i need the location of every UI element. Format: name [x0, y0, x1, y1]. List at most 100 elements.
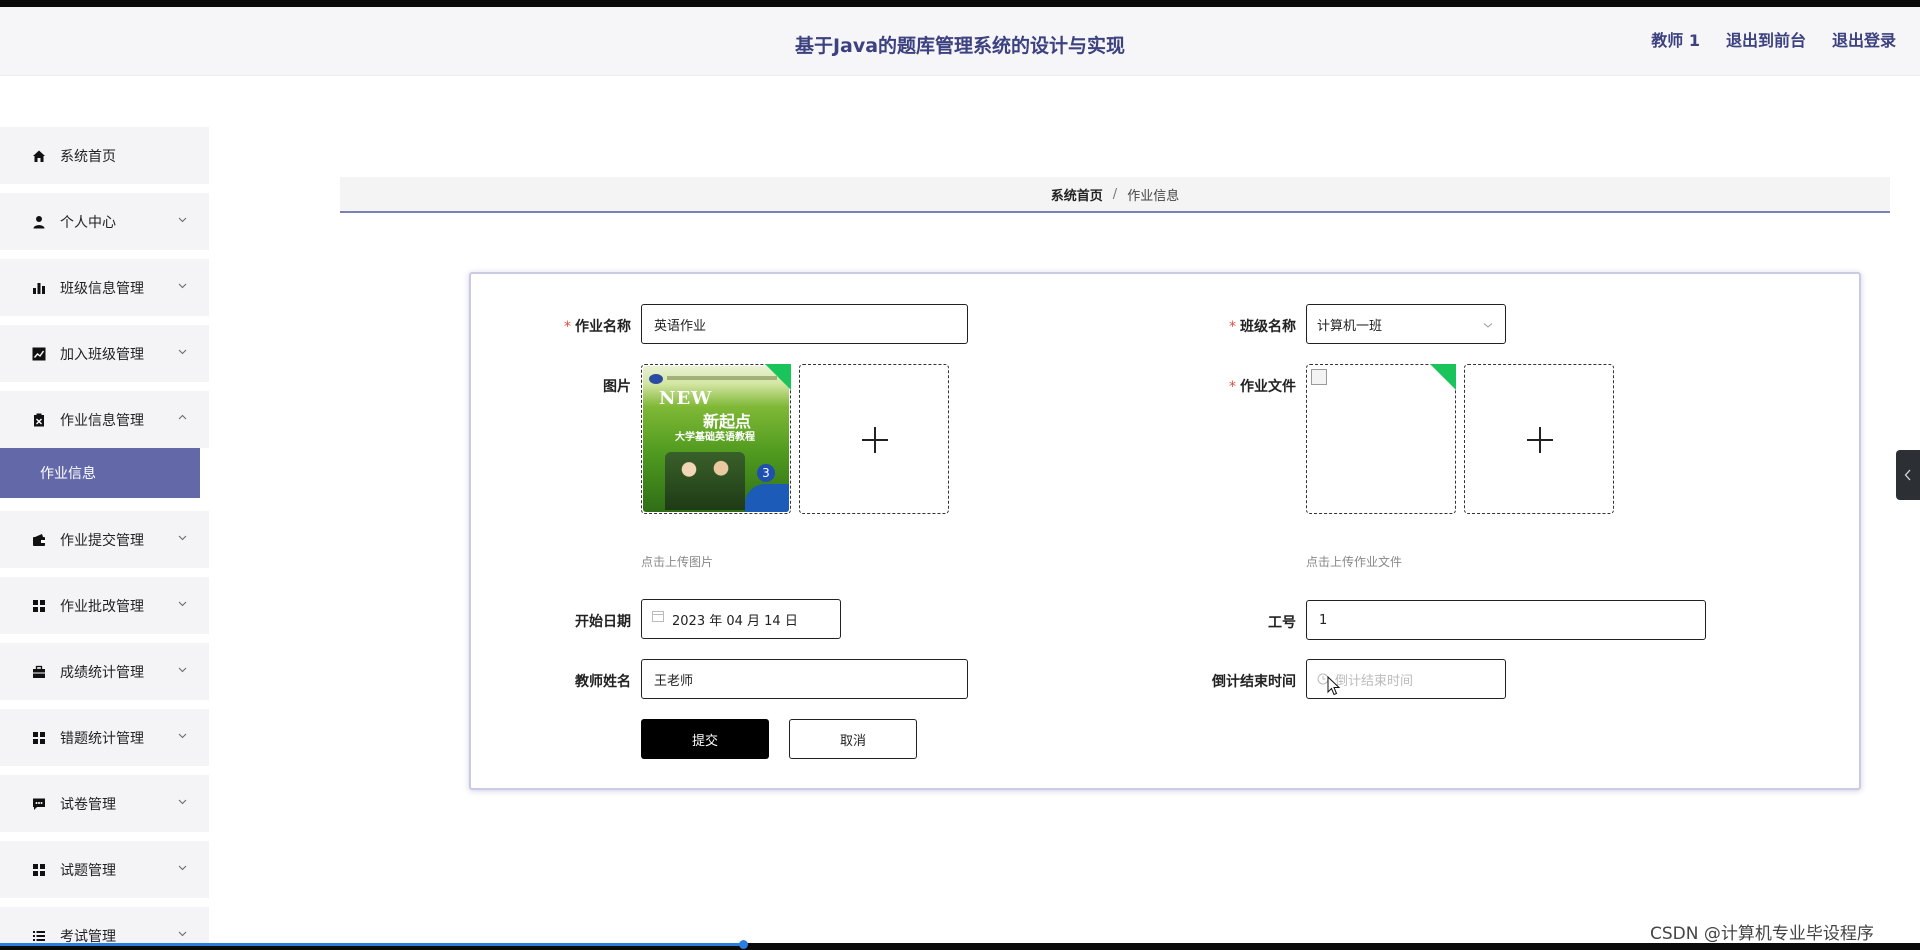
- home-icon: [32, 149, 46, 163]
- staff-id-input[interactable]: 1: [1306, 600, 1706, 640]
- teacher-name-input[interactable]: 王老师: [641, 659, 968, 699]
- required-mark: *: [564, 319, 571, 335]
- upload-success-badge: [765, 364, 791, 390]
- grid-icon: [32, 599, 46, 613]
- homework-name-label: * 作业名称: [511, 316, 631, 336]
- sidebar-item-homework-info[interactable]: 作业信息管理: [0, 391, 209, 448]
- sidebar-subitem-homework-info[interactable]: 作业信息: [0, 448, 200, 498]
- required-mark: *: [1229, 379, 1236, 395]
- mouse-cursor-icon: [1327, 676, 1341, 696]
- sidebar-item-homework-submit[interactable]: 作业提交管理: [0, 511, 209, 568]
- back-to-front-link[interactable]: 退出到前台: [1726, 27, 1806, 51]
- image-upload-hint: 点击上传图片: [641, 555, 714, 569]
- chevron-down-icon: [178, 283, 187, 289]
- breadcrumb-current: 作业信息: [1127, 188, 1180, 204]
- chevron-down-icon: [178, 349, 187, 355]
- sidebar-item-wrong-question-stats[interactable]: 错题统计管理: [0, 709, 209, 766]
- chevron-up-icon: [178, 414, 187, 420]
- upload-success-badge: [1430, 364, 1456, 390]
- app-title: 基于Java的题库管理系统的设计与实现: [794, 35, 1126, 57]
- chevron-down-icon: [178, 733, 187, 739]
- chevron-down-icon: [178, 601, 187, 607]
- start-date-value: 2023 年 04 月 14 日: [672, 613, 798, 629]
- progress-knob[interactable]: [739, 940, 748, 949]
- sidebar-item-label: 试卷管理: [60, 796, 116, 813]
- sidebar-item-home[interactable]: 系统首页: [0, 127, 209, 184]
- sidebar: 系统首页 个人中心 班级信息管理 加入班级管理 作业信息管理 作业信息 作业提交…: [0, 127, 210, 950]
- homework-name-input[interactable]: 英语作业: [641, 304, 968, 344]
- staff-id-value: 1: [1319, 612, 1328, 628]
- countdown-end-picker[interactable]: 倒计结束时间: [1306, 659, 1506, 699]
- clipboard-icon: [32, 413, 46, 427]
- csdn-watermark: CSDN @计算机专业毕设程序: [1650, 924, 1874, 944]
- homework-file-upload-button[interactable]: [1464, 364, 1614, 514]
- sidebar-item-label: 系统首页: [60, 148, 116, 165]
- teacher-name-label: 教师姓名: [575, 674, 631, 690]
- sidebar-item-label: 成绩统计管理: [60, 664, 144, 681]
- homework-file-label-text: 作业文件: [1240, 379, 1296, 395]
- class-name-label: * 班级名称: [1176, 316, 1296, 336]
- class-name-label-text: 班级名称: [1240, 319, 1296, 335]
- sidebar-item-label: 作业提交管理: [60, 532, 144, 549]
- cover-blue-band: [745, 484, 789, 512]
- side-drawer-toggle[interactable]: [1896, 450, 1920, 500]
- calendar-icon: [652, 611, 664, 622]
- sidebar-item-class-info[interactable]: 班级信息管理: [0, 259, 209, 316]
- image-upload-button[interactable]: [799, 364, 949, 514]
- chat-icon: [32, 797, 46, 811]
- chevron-down-icon: [178, 535, 187, 541]
- chevron-down-icon: [178, 865, 187, 871]
- start-date-label: 开始日期: [575, 614, 631, 630]
- sidebar-item-label: 作业信息管理: [60, 412, 144, 429]
- chevron-down-icon: [1483, 323, 1493, 328]
- publisher-logo-icon: [649, 374, 663, 384]
- teacher-account-link[interactable]: 教师 1: [1651, 27, 1700, 51]
- sidebar-item-personal-center[interactable]: 个人中心: [0, 193, 209, 250]
- sidebar-item-label: 试题管理: [60, 862, 116, 879]
- plus-icon: [860, 425, 890, 455]
- required-mark: *: [1229, 319, 1236, 335]
- image-label: 图片: [603, 379, 631, 395]
- class-name-value: 计算机一班: [1317, 318, 1383, 334]
- homework-name-label-text: 作业名称: [575, 319, 631, 335]
- submit-button[interactable]: 提交: [641, 719, 769, 759]
- progress-fill: [0, 943, 744, 946]
- image-preview[interactable]: NEW 新起点 大学基础英语教程 3: [641, 364, 791, 514]
- briefcase-icon: [32, 665, 46, 679]
- chevron-down-icon: [178, 667, 187, 673]
- window-top-border: [0, 0, 1920, 7]
- homework-file-preview[interactable]: [1306, 364, 1456, 514]
- breadcrumb-separator: /: [1112, 186, 1118, 202]
- breadcrumb-home-link[interactable]: 系统首页: [1051, 185, 1103, 204]
- chevron-down-icon: [178, 217, 187, 223]
- sidebar-item-score-stats[interactable]: 成绩统计管理: [0, 643, 209, 700]
- chevron-down-icon: [178, 799, 187, 805]
- logout-link[interactable]: 退出登录: [1832, 27, 1896, 51]
- class-name-select[interactable]: 计算机一班: [1306, 304, 1506, 344]
- cover-brand: NEW: [659, 388, 713, 409]
- sidebar-item-label: 加入班级管理: [60, 346, 144, 363]
- line-chart-icon: [32, 347, 46, 361]
- video-progress-bar[interactable]: [0, 940, 1920, 950]
- cancel-button[interactable]: 取消: [789, 719, 917, 759]
- cover-subtitle: 大学基础英语教程: [675, 432, 755, 443]
- sidebar-item-homework-grading[interactable]: 作业批改管理: [0, 577, 209, 634]
- homework-name-value: 英语作业: [654, 318, 707, 334]
- start-date-picker[interactable]: 2023 年 04 月 14 日: [641, 599, 841, 639]
- staff-id-label: 工号: [1268, 615, 1296, 631]
- list-icon: [32, 929, 46, 943]
- cover-photo: [665, 452, 745, 510]
- countdown-end-label: 倒计结束时间: [1212, 674, 1296, 690]
- sidebar-item-join-class[interactable]: 加入班级管理: [0, 325, 209, 382]
- chevron-left-icon: [1904, 469, 1911, 481]
- grid-icon: [32, 731, 46, 745]
- breadcrumb: 系统首页 / 作业信息: [340, 177, 1890, 213]
- grid-icon: [32, 863, 46, 877]
- sidebar-item-paper-management[interactable]: 试卷管理: [0, 775, 209, 832]
- user-icon: [32, 215, 46, 229]
- countdown-end-placeholder: 倒计结束时间: [1335, 673, 1414, 689]
- sidebar-item-question-management[interactable]: 试题管理: [0, 841, 209, 898]
- plus-icon: [1525, 425, 1555, 455]
- homework-file-upload-hint: 点击上传作业文件: [1306, 555, 1403, 569]
- sidebar-item-label: 错题统计管理: [60, 730, 144, 747]
